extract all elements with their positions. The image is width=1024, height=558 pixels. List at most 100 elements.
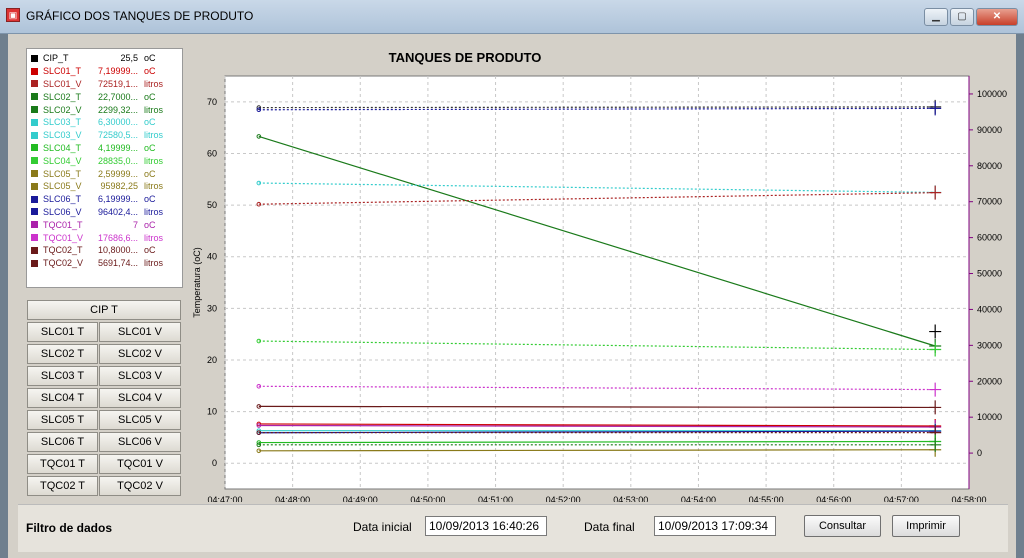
legend-unit: litros xyxy=(144,155,164,166)
series-v-button[interactable]: TQC01 V xyxy=(99,454,181,474)
series-t-button[interactable]: TQC01 T xyxy=(27,454,98,474)
y-axis-label: Temperatura (oC) xyxy=(192,247,202,318)
legend-name: SLC06_T xyxy=(43,194,82,205)
legend-value: 6,30000... xyxy=(97,117,138,128)
legend-value: 6,19999... xyxy=(97,194,138,205)
x-tick-label: 04:51:00 xyxy=(478,495,513,502)
legend-unit: litros xyxy=(144,78,164,89)
close-button[interactable]: ✕ xyxy=(976,8,1018,26)
x-tick-label: 04:58:00 xyxy=(951,495,986,502)
legend-swatch xyxy=(31,234,38,242)
y2-tick-label: 40000 xyxy=(977,304,1002,314)
y-tick-label: 60 xyxy=(207,148,217,158)
legend-value: 2,59999... xyxy=(97,168,138,179)
legend-swatch xyxy=(31,182,38,190)
series-v-button[interactable]: SLC05 V xyxy=(99,410,181,430)
legend-swatch xyxy=(31,195,38,203)
chart: TANQUES DE PRODUTO 0 10 20 30 40 50 60 70 0 10000 2… xyxy=(185,44,1016,502)
series-t-button[interactable]: SLC05 T xyxy=(27,410,98,430)
filter-bar: Filtro de dados Data inicial 10/09/2013 … xyxy=(18,504,1008,552)
client-area: CIP_T 25,5 oC SLC01_T 7,19999... oC SLC01_V 725… xyxy=(8,34,1016,558)
series-t-button[interactable]: SLC03 T xyxy=(27,366,98,386)
series-t-button[interactable]: SLC01 T xyxy=(27,322,98,342)
query-button[interactable]: Consultar xyxy=(804,515,881,537)
y2-tick-label: 50000 xyxy=(977,269,1002,279)
series-t-button[interactable]: SLC04 T xyxy=(27,388,98,408)
legend-swatch xyxy=(31,54,38,62)
series-v-button[interactable]: SLC02 V xyxy=(99,344,181,364)
legend-value: 10,8000... xyxy=(97,245,138,256)
x-tick-label: 04:50:00 xyxy=(410,495,445,502)
legend-value: 95982,25 xyxy=(100,181,138,192)
legend-name: TQC02_T xyxy=(43,245,83,256)
y2-tick-label: 90000 xyxy=(977,125,1002,135)
series-v-button[interactable]: SLC04 V xyxy=(99,388,181,408)
x-tick-label: 04:55:00 xyxy=(749,495,784,502)
x-tick-label: 04:56:00 xyxy=(816,495,851,502)
legend-swatch xyxy=(31,93,38,101)
legend-value: 17686,6... xyxy=(97,232,138,243)
x-tick-label: 04:57:00 xyxy=(884,495,919,502)
legend-name: SLC05_V xyxy=(43,181,82,192)
legend-name: SLC04_V xyxy=(43,155,82,166)
legend-unit: oC xyxy=(144,194,156,205)
cip-t-button[interactable]: CIP T xyxy=(27,300,181,320)
window-title: GRÁFICO DOS TANQUES DE PRODUTO xyxy=(26,9,254,23)
legend-row: SLC04_T 4,19999... oC xyxy=(31,142,182,155)
legend-row: CIP_T 25,5 oC xyxy=(31,52,182,65)
series-v-button[interactable]: SLC01 V xyxy=(99,322,181,342)
legend-value: 96402,4... xyxy=(97,206,138,217)
legend-value: 72580,5... xyxy=(97,130,138,141)
series-v-button[interactable]: TQC02 V xyxy=(99,476,181,496)
y2-tick-label: 10000 xyxy=(977,412,1002,422)
minimize-button[interactable]: ▁ xyxy=(924,8,948,26)
y2-tick-label: 80000 xyxy=(977,161,1002,171)
y-tick-label: 30 xyxy=(207,303,217,313)
start-date-field[interactable]: 10/09/2013 16:40:26 xyxy=(425,516,547,536)
legend-name: TQC01_V xyxy=(43,232,84,243)
series-v-button[interactable]: SLC06 V xyxy=(99,432,181,452)
legend-swatch xyxy=(31,131,38,139)
legend-unit: oC xyxy=(144,91,156,102)
legend-row: TQC02_T 10,8000... oC xyxy=(31,244,182,257)
legend-row: SLC06_V 96402,4... litros xyxy=(31,206,182,219)
series-v-button[interactable]: SLC03 V xyxy=(99,366,181,386)
series-t-button[interactable]: SLC06 T xyxy=(27,432,98,452)
y-tick-label: 10 xyxy=(207,407,217,417)
legend-name: SLC03_T xyxy=(43,117,82,128)
x-tick-label: 04:48:00 xyxy=(275,495,310,502)
legend-value: 28835,0... xyxy=(97,155,138,166)
x-tick-label: 04:52:00 xyxy=(546,495,581,502)
legend-swatch xyxy=(31,144,38,152)
legend-panel: CIP_T 25,5 oC SLC01_T 7,19999... oC SLC01_V 725… xyxy=(26,48,183,288)
print-button[interactable]: Imprimir xyxy=(892,515,960,537)
chart-title: TANQUES DE PRODUTO xyxy=(389,50,542,65)
legend-unit: oC xyxy=(144,53,156,64)
legend-value: 7,19999... xyxy=(97,66,138,77)
legend-swatch xyxy=(31,170,38,178)
start-date-label: Data inicial xyxy=(353,520,412,534)
legend-unit: litros xyxy=(144,181,164,192)
legend-name: SLC02_V xyxy=(43,104,82,115)
legend-name: SLC04_T xyxy=(43,142,82,153)
legend-row: SLC02_T 22,7000... oC xyxy=(31,90,182,103)
end-date-field[interactable]: 10/09/2013 17:09:34 xyxy=(654,516,776,536)
x-tick-label: 04:49:00 xyxy=(343,495,378,502)
x-tick-label: 04:53:00 xyxy=(613,495,648,502)
y-tick-label: 50 xyxy=(207,200,217,210)
series-t-button[interactable]: TQC02 T xyxy=(27,476,98,496)
legend-unit: oC xyxy=(144,66,156,77)
y2-tick-label: 100000 xyxy=(977,89,1007,99)
y-tick-label: 20 xyxy=(207,355,217,365)
legend-unit: oC xyxy=(144,117,156,128)
legend-unit: litros xyxy=(144,258,164,269)
window-controls: ▁ ▢ ✕ xyxy=(924,8,1018,26)
legend-swatch xyxy=(31,80,38,88)
legend-row: SLC03_V 72580,5... litros xyxy=(31,129,182,142)
y2-tick-label: 20000 xyxy=(977,376,1002,386)
y2-tick-label: 30000 xyxy=(977,340,1002,350)
series-t-button[interactable]: SLC02 T xyxy=(27,344,98,364)
title-bar: ▣ GRÁFICO DOS TANQUES DE PRODUTO ▁ ▢ ✕ xyxy=(0,0,1024,34)
legend-value: 4,19999... xyxy=(97,142,138,153)
maximize-button[interactable]: ▢ xyxy=(950,8,974,26)
